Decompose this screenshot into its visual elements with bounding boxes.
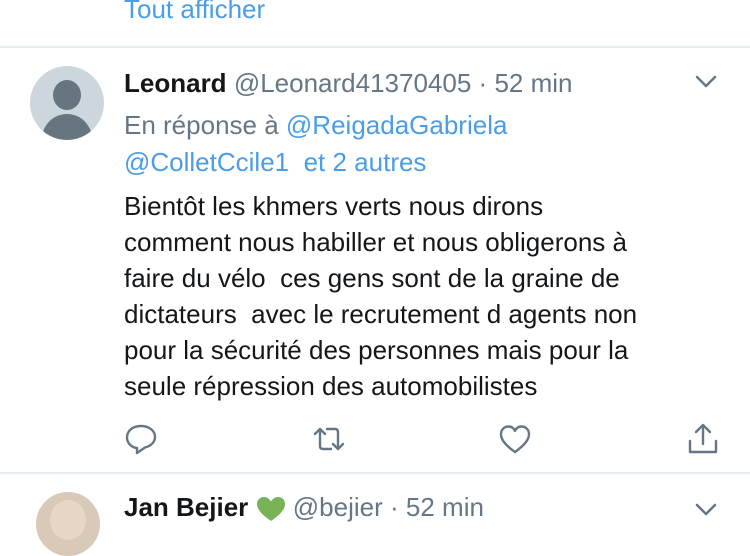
tweet-text-line: comment nous habiller et nous obligerons… bbox=[124, 227, 627, 257]
tweet-time[interactable]: 52 min bbox=[406, 492, 484, 522]
avatar-body-shape bbox=[42, 114, 92, 140]
mention-link[interactable]: @ColletCcile1 bbox=[124, 147, 289, 177]
tweet-header: Leonard @Leonard41370405 · 52 min bbox=[124, 68, 573, 99]
separator: · bbox=[389, 492, 399, 522]
reply-prefix: En réponse à bbox=[124, 110, 279, 140]
tweet-text-line: faire du vélo ces gens sont de la graine… bbox=[124, 263, 620, 293]
mention-link[interactable]: @ReigadaGabriela bbox=[286, 110, 508, 140]
share-button[interactable] bbox=[686, 422, 720, 456]
retweet-button[interactable] bbox=[312, 422, 346, 456]
avatar[interactable] bbox=[36, 492, 100, 556]
separator: · bbox=[478, 68, 488, 98]
tweet-header: Jan Bejier @bejier · 52 min bbox=[124, 492, 484, 523]
tweet-text-line: pour la sécurité des personnes mais pour… bbox=[124, 335, 629, 365]
like-button[interactable] bbox=[498, 422, 532, 456]
tweet-text-line: dictateurs avec le recrutement d agents … bbox=[124, 299, 638, 329]
divider bbox=[0, 46, 750, 48]
tweet-text: Bientôt les khmers verts nous dirons com… bbox=[124, 188, 724, 404]
author-name[interactable]: Jan Bejier bbox=[124, 492, 248, 522]
divider bbox=[0, 472, 750, 474]
show-all-link[interactable]: Tout afficher bbox=[124, 0, 265, 25]
reply-context: En réponse à @ReigadaGabriela bbox=[124, 110, 507, 141]
reply-context-continued: @ColletCcile1 et 2 autres bbox=[124, 147, 426, 178]
reply-icon bbox=[125, 424, 157, 455]
author-handle[interactable]: @Leonard41370405 bbox=[234, 68, 472, 98]
chevron-down-icon[interactable] bbox=[694, 500, 718, 520]
retweet-icon bbox=[313, 427, 345, 451]
share-icon bbox=[688, 423, 718, 454]
tweet-text-line: seule répression des automobilistes bbox=[124, 371, 538, 401]
heart-icon bbox=[499, 425, 531, 454]
tweet-time[interactable]: 52 min bbox=[494, 68, 572, 98]
author-name[interactable]: Leonard bbox=[124, 68, 227, 98]
tweet-text-line: Bientôt les khmers verts nous dirons bbox=[124, 191, 544, 221]
chevron-down-icon[interactable] bbox=[694, 72, 718, 92]
others-link[interactable]: et 2 autres bbox=[304, 147, 427, 177]
avatar-head-shape bbox=[53, 80, 81, 110]
avatar-face-shape bbox=[50, 500, 86, 540]
reply-button[interactable] bbox=[124, 422, 158, 456]
author-handle[interactable]: @bejier bbox=[293, 492, 383, 522]
avatar[interactable] bbox=[30, 66, 104, 140]
green-heart-icon bbox=[256, 497, 285, 522]
